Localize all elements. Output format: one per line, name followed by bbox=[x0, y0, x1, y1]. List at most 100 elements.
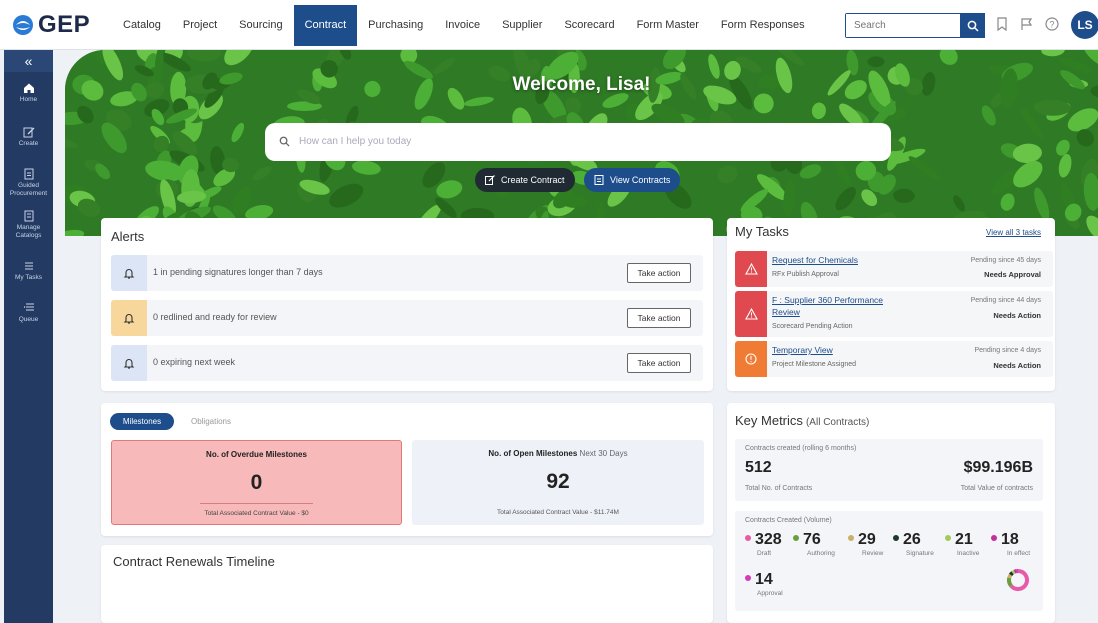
task-name-link[interactable]: Request for Chemicals bbox=[772, 255, 858, 265]
key-metrics-card: Key Metrics (All Contracts) Contracts cr… bbox=[727, 403, 1055, 623]
sidebar-item-guided-procurement[interactable]: Guided Procurement bbox=[4, 168, 53, 198]
sidebar-item-home[interactable]: Home bbox=[4, 82, 53, 104]
volume-in-effect[interactable]: 18 bbox=[991, 531, 1019, 549]
alert-icon-box bbox=[111, 345, 147, 381]
sidebar-item-my-tasks[interactable]: My Tasks bbox=[4, 260, 53, 282]
open-milestones-box[interactable]: No. of Open Milestones Next 30 Days 92 T… bbox=[412, 440, 704, 525]
sidebar-item-label: Manage Catalogs bbox=[15, 224, 42, 239]
view-all-tasks-link[interactable]: View all 3 tasks bbox=[986, 228, 1041, 237]
create-contract-label: Create Contract bbox=[501, 175, 565, 185]
overdue-value: 0 bbox=[250, 471, 263, 494]
volume-inactive[interactable]: 21 bbox=[945, 531, 973, 549]
alert-circle-icon bbox=[745, 353, 757, 365]
volume-authoring[interactable]: 76 bbox=[793, 531, 821, 549]
assistant-search[interactable]: How can I help you today bbox=[265, 123, 891, 161]
overdue-milestones-box[interactable]: No. of Overdue Milestones 0 Total Associ… bbox=[111, 440, 402, 525]
search-button[interactable] bbox=[960, 13, 985, 38]
tab-milestones[interactable]: Milestones bbox=[110, 413, 174, 430]
document-icon bbox=[594, 175, 604, 185]
nav-scorecard[interactable]: Scorecard bbox=[553, 5, 625, 46]
collapse-sidebar-button[interactable]: « bbox=[4, 50, 53, 72]
alerts-title: Alerts bbox=[111, 229, 145, 244]
take-action-button[interactable]: Take action bbox=[627, 263, 691, 283]
total-value-label: Total Value of contracts bbox=[960, 485, 1033, 492]
task-name-link[interactable]: Temporary View bbox=[772, 345, 833, 355]
alert-row: 0 redlined and ready for review Take act… bbox=[111, 300, 703, 336]
nav-catalog[interactable]: Catalog bbox=[112, 5, 172, 46]
document-icon bbox=[24, 168, 33, 180]
volume-value: 14 bbox=[755, 571, 773, 588]
user-avatar[interactable]: LS bbox=[1071, 11, 1098, 39]
search-icon bbox=[279, 136, 290, 147]
sidebar-item-manage-catalogs[interactable]: Manage Catalogs bbox=[4, 210, 53, 240]
search-input[interactable] bbox=[846, 14, 956, 37]
nav-form-master[interactable]: Form Master bbox=[626, 5, 710, 46]
task-status: Needs Approval bbox=[984, 270, 1041, 279]
nav-project[interactable]: Project bbox=[172, 5, 228, 46]
open-footer: Total Associated Contract Value - $11.74… bbox=[497, 509, 619, 516]
sidebar-item-create[interactable]: Create bbox=[4, 126, 53, 148]
task-pending: Pending since 45 days bbox=[970, 257, 1041, 264]
volume-value: 18 bbox=[1001, 531, 1019, 548]
assistant-search-placeholder: How can I help you today bbox=[299, 136, 412, 147]
contracts-created-box: Contracts created (rolling 6 months) 512… bbox=[735, 439, 1043, 501]
tab-obligations[interactable]: Obligations bbox=[181, 413, 241, 430]
bell-icon bbox=[123, 359, 135, 369]
take-action-button[interactable]: Take action bbox=[627, 308, 691, 328]
search-icon bbox=[967, 20, 979, 32]
warning-icon bbox=[744, 308, 758, 320]
bookmark-icon[interactable] bbox=[995, 17, 1009, 31]
task-row[interactable]: Request for Chemicals RFx Publish Approv… bbox=[735, 251, 1053, 287]
volume-value: 21 bbox=[955, 531, 973, 548]
alert-text: 0 redlined and ready for review bbox=[153, 312, 277, 322]
sidebar-item-label: My Tasks bbox=[15, 274, 42, 281]
task-name-link[interactable]: F : Supplier 360 Performance bbox=[772, 295, 883, 305]
nav-form-responses[interactable]: Form Responses bbox=[710, 5, 816, 46]
task-pending: Pending since 44 days bbox=[970, 297, 1041, 304]
nav-invoice[interactable]: Invoice bbox=[434, 5, 491, 46]
task-subtitle: Scorecard Pending Action bbox=[772, 323, 853, 330]
task-row[interactable]: Temporary View Project Milestone Assigne… bbox=[735, 341, 1053, 377]
gep-logo[interactable]: GEP bbox=[12, 11, 90, 39]
edit-icon bbox=[23, 127, 34, 138]
in-effect-dot bbox=[991, 534, 997, 541]
volume-review[interactable]: 29 bbox=[848, 531, 876, 549]
open-title-row: No. of Open Milestones Next 30 Days bbox=[412, 449, 704, 458]
contract-renewals-card: Contract Renewals Timeline bbox=[101, 545, 713, 623]
volume-donut-chart bbox=[1007, 569, 1029, 591]
create-contract-button[interactable]: Create Contract bbox=[475, 168, 575, 192]
view-contracts-button[interactable]: View Contracts bbox=[584, 168, 681, 192]
metrics-title-row: Key Metrics (All Contracts) bbox=[735, 413, 869, 428]
task-status: Needs Action bbox=[993, 361, 1041, 370]
warning-icon bbox=[744, 263, 758, 275]
alert-text: 0 expiring next week bbox=[153, 357, 236, 367]
take-action-button[interactable]: Take action bbox=[627, 353, 691, 373]
open-title: No. of Open Milestones bbox=[488, 449, 578, 458]
volume-signature[interactable]: 26 bbox=[893, 531, 921, 549]
nav-contract[interactable]: Contract bbox=[293, 5, 358, 46]
list-icon bbox=[24, 262, 33, 270]
volume-status-label: Inactive bbox=[957, 550, 980, 557]
task-name-link-continued[interactable]: Review bbox=[772, 307, 800, 317]
sidebar-item-queue[interactable]: Queue bbox=[4, 302, 53, 324]
nav-sourcing[interactable]: Sourcing bbox=[228, 5, 293, 46]
divider bbox=[200, 503, 313, 504]
nav-supplier[interactable]: Supplier bbox=[491, 5, 553, 46]
gep-logo-icon bbox=[13, 15, 33, 35]
donut-slice bbox=[1007, 573, 1013, 579]
volume-draft[interactable]: 328 bbox=[745, 531, 782, 549]
open-title-suffix: Next 30 Days bbox=[579, 449, 628, 458]
flag-icon[interactable] bbox=[1020, 17, 1034, 31]
task-row[interactable]: F : Supplier 360 Performance Review Scor… bbox=[735, 291, 1053, 337]
svg-text:?: ? bbox=[1049, 20, 1054, 30]
renewals-title: Contract Renewals Timeline bbox=[113, 554, 275, 569]
donut-slice bbox=[1008, 571, 1014, 577]
top-navigation-bar: GEP Catalog Project Sourcing Contract Pu… bbox=[0, 0, 1098, 50]
task-pending: Pending since 4 days bbox=[974, 347, 1041, 354]
help-icon[interactable]: ? bbox=[1045, 17, 1059, 31]
volume-status-label: Signature bbox=[906, 550, 934, 557]
approval-dot bbox=[745, 574, 751, 581]
volume-approval[interactable]: 14 bbox=[745, 571, 773, 589]
nav-purchasing[interactable]: Purchasing bbox=[357, 5, 434, 46]
sidebar-item-label: Guided Procurement bbox=[9, 182, 48, 197]
